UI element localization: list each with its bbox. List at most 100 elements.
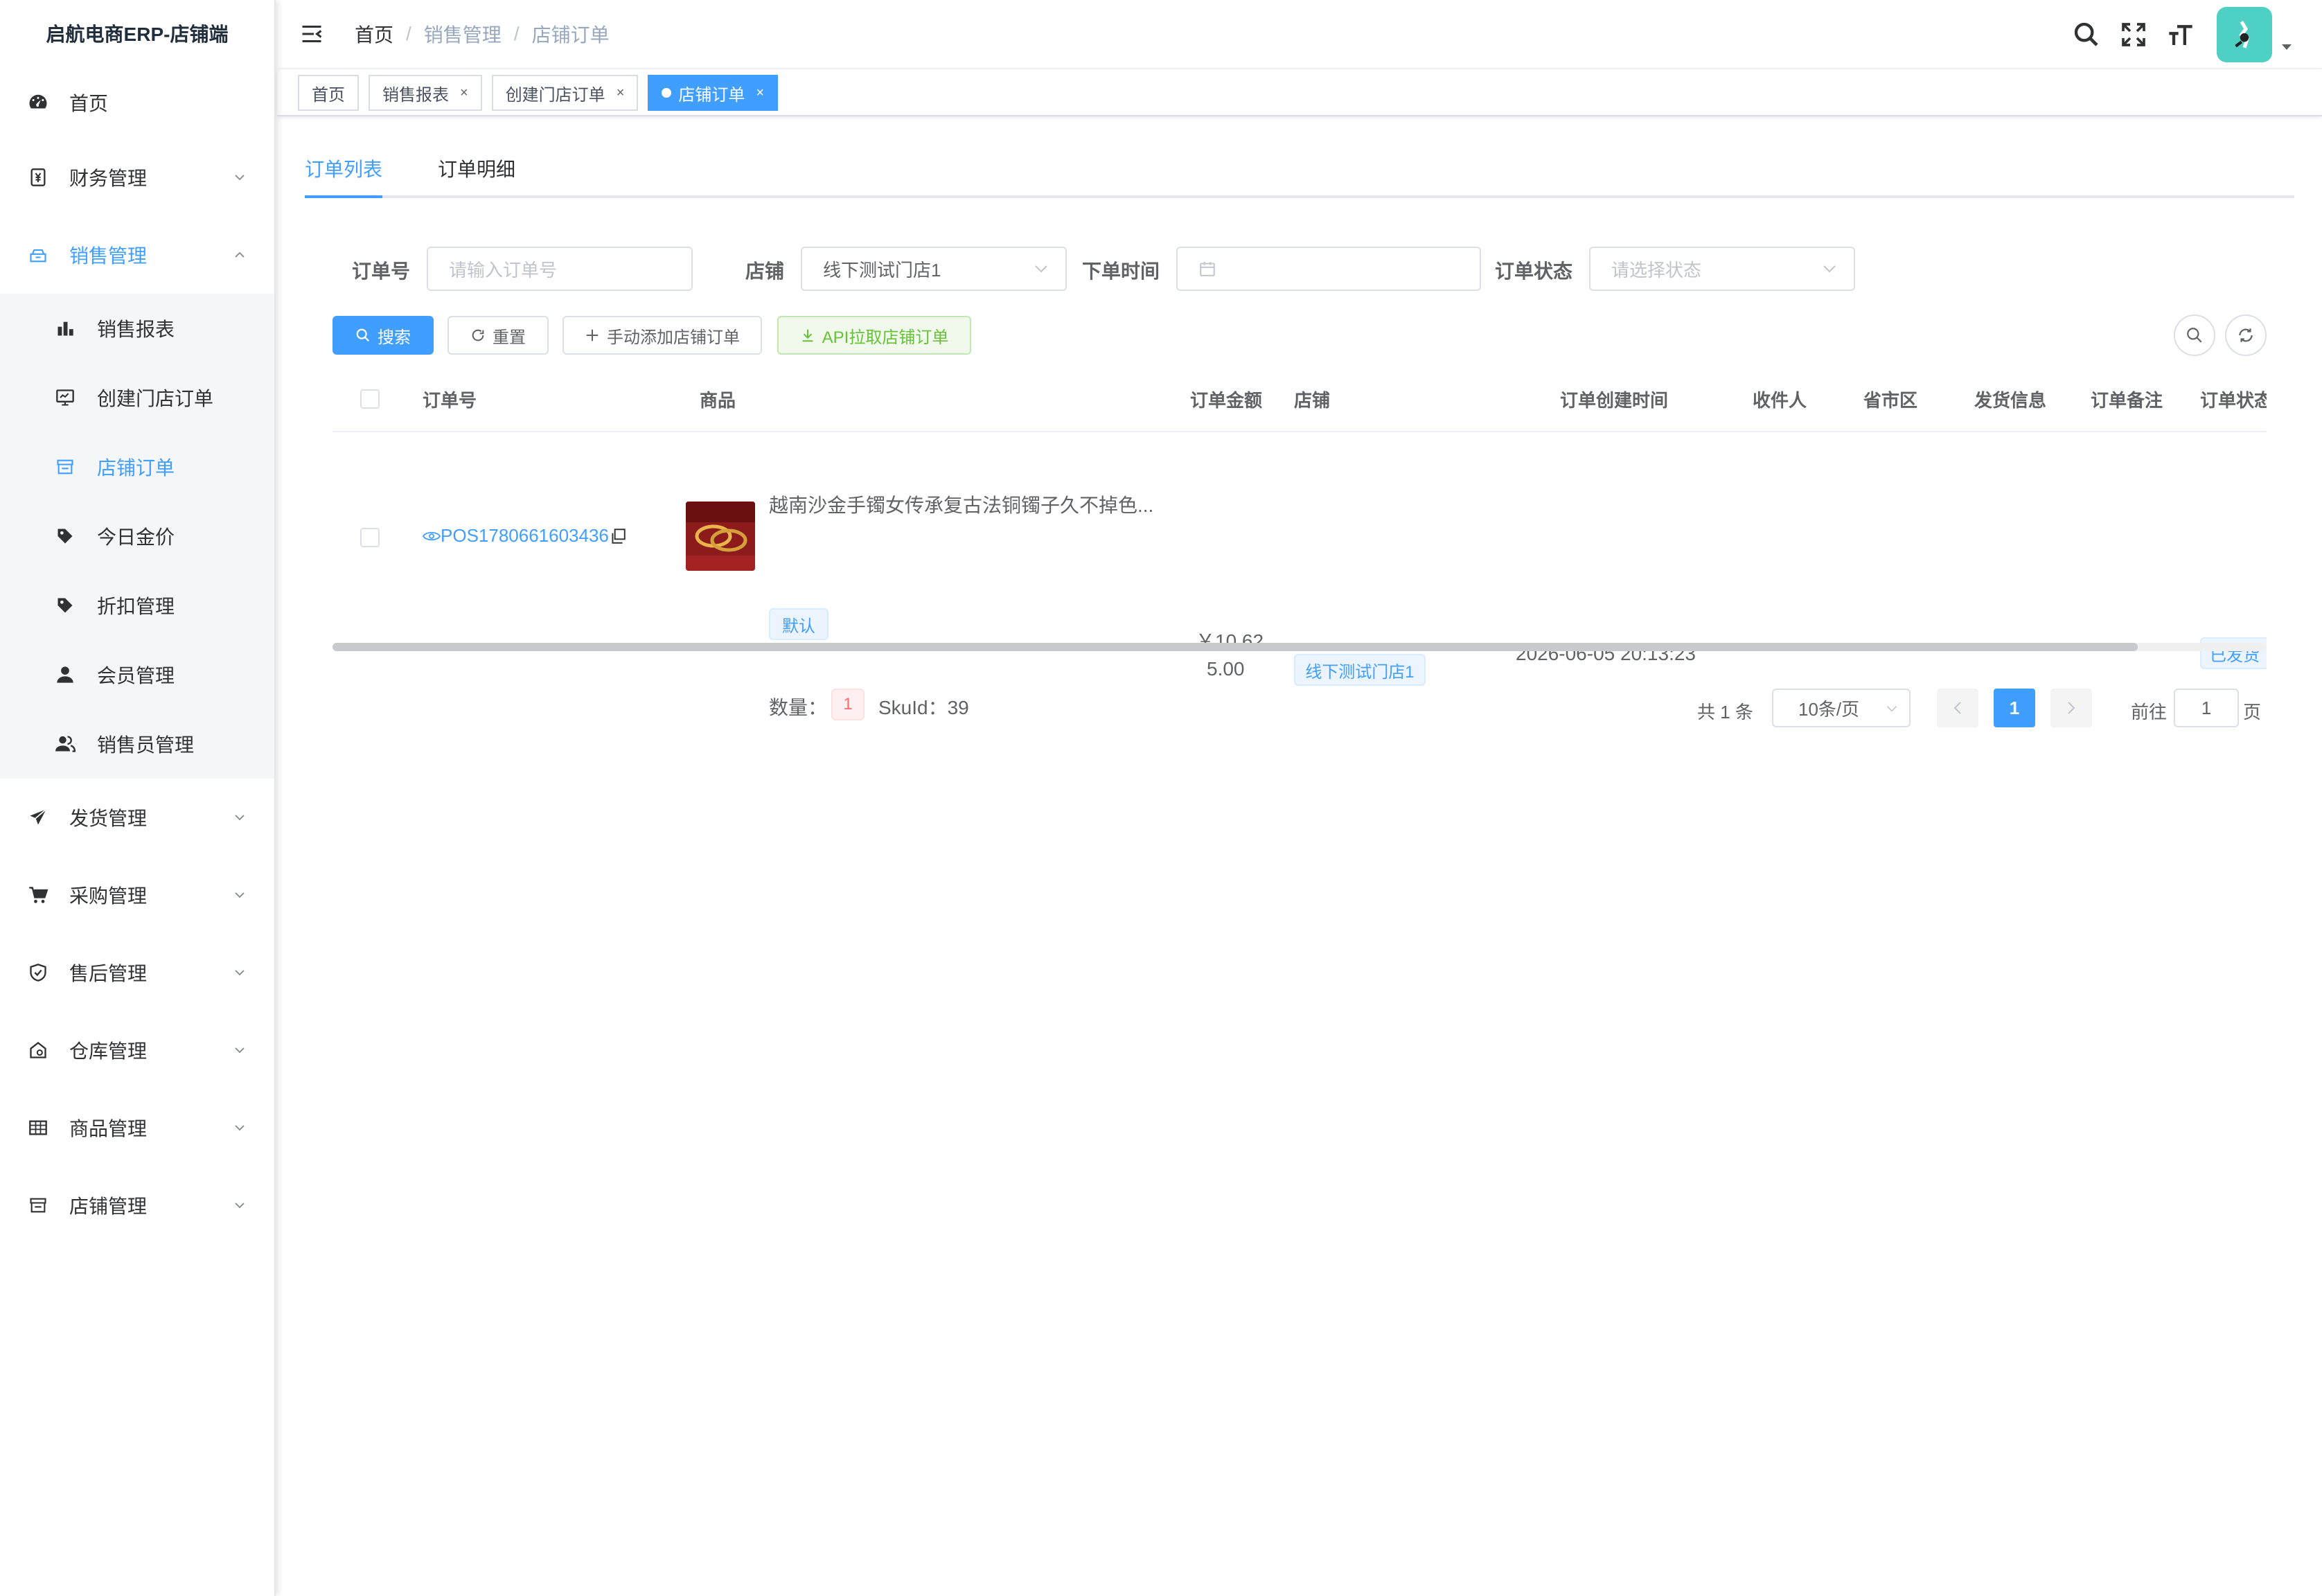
column-header-shipping-info: 发货信息 xyxy=(1974,390,2047,411)
close-icon[interactable]: × xyxy=(756,85,764,101)
reset-button[interactable]: 重置 xyxy=(447,316,549,355)
product-name: 越南沙金手镯女传承复古法铜镯子久不掉色... xyxy=(769,495,1154,516)
chevron-down-icon xyxy=(235,1047,245,1054)
warehouse-icon xyxy=(26,1038,50,1062)
refresh-table-button[interactable] xyxy=(2225,314,2267,356)
tag-create-store-order[interactable]: 创建门店订单 × xyxy=(491,75,639,111)
sidebar-item-purchase[interactable]: 采购管理 xyxy=(0,856,274,934)
sidebar-item-home[interactable]: 首页 xyxy=(0,66,274,139)
tab-order-list[interactable]: 订单列表 xyxy=(305,152,382,198)
sales-icon xyxy=(26,243,50,267)
prev-page-button[interactable] xyxy=(1937,689,1978,727)
column-header-created-at: 订单创建时间 xyxy=(1560,390,1669,411)
toggle-search-button[interactable] xyxy=(2174,314,2215,356)
sidebar-item-finance[interactable]: 财务管理 xyxy=(0,139,274,216)
tab-order-detail[interactable]: 订单明细 xyxy=(438,152,515,198)
quantity-label: 数量： xyxy=(769,697,828,718)
sidebar-item-members[interactable]: 会员管理 xyxy=(0,640,274,709)
caret-down-icon[interactable] xyxy=(2280,43,2293,51)
sidebar-item-discount[interactable]: 折扣管理 xyxy=(0,571,274,640)
product-image[interactable] xyxy=(686,502,755,571)
column-header-product: 商品 xyxy=(700,390,736,411)
sidebar-item-products[interactable]: 商品管理 xyxy=(0,1089,274,1167)
sidebar-item-label: 售后管理 xyxy=(69,963,148,984)
shop-select[interactable]: 线下测试门店1 xyxy=(801,247,1067,291)
status-select[interactable]: 请选择状态 xyxy=(1589,247,1855,291)
sidebar-item-salespeople[interactable]: 销售员管理 xyxy=(0,709,274,779)
breadcrumb-current: 店铺订单 xyxy=(531,24,610,46)
tags-view: 首页 销售报表 × 创建门店订单 × 店铺订单 × xyxy=(277,71,2322,116)
order-no-link[interactable]: POS1780661603436 xyxy=(423,525,627,547)
fullscreen-icon[interactable] xyxy=(2120,21,2147,48)
search-button[interactable]: 搜索 xyxy=(333,316,434,355)
sidebar-item-label: 发货管理 xyxy=(69,808,148,829)
tab-active-bar xyxy=(305,195,382,198)
goto-label: 前往 xyxy=(2131,702,2168,722)
row-checkbox[interactable] xyxy=(360,528,380,547)
column-header-order-no: 订单号 xyxy=(423,390,477,411)
download-icon xyxy=(802,329,813,342)
page-size-select[interactable]: 10条/页 xyxy=(1772,689,1911,727)
sidebar: 启航电商ERP-店铺端 首页 财务管理 销售管理 销售报表 创建门店订单 店铺订… xyxy=(0,0,276,1596)
tag-sales-report[interactable]: 销售报表 × xyxy=(369,75,482,111)
sidebar-item-sales-report[interactable]: 销售报表 xyxy=(0,294,274,363)
sidebar-item-warehouse[interactable]: 仓库管理 xyxy=(0,1011,274,1089)
product-bangle-image xyxy=(686,502,755,571)
column-header-status: 订单状态 xyxy=(2200,390,2267,411)
sidebar-item-gold-price[interactable]: 今日金价 xyxy=(0,502,274,571)
eye-icon xyxy=(423,531,441,540)
navbar: 首页 / 销售管理 / 店铺订单 xyxy=(277,0,2322,69)
shop-tag: 线下测试门店1 xyxy=(1294,654,1426,686)
copy-icon[interactable] xyxy=(609,527,627,545)
breadcrumb-sales: 销售管理 xyxy=(423,24,502,46)
chevron-down-icon xyxy=(235,1125,245,1131)
chevron-down-icon xyxy=(235,970,245,976)
sidebar-item-label: 折扣管理 xyxy=(97,596,175,617)
tag-shop-orders[interactable]: 店铺订单 × xyxy=(648,75,779,111)
chevron-right-icon xyxy=(2068,702,2075,714)
sidebar-item-sales[interactable]: 销售管理 xyxy=(0,216,274,294)
chevron-left-icon xyxy=(1953,702,1961,714)
breadcrumb: 首页 / 销售管理 / 店铺订单 xyxy=(355,20,610,48)
order-amount-line2: 5.00 xyxy=(1207,658,1245,680)
goto-page-input[interactable]: 1 xyxy=(2174,689,2239,727)
column-header-region: 省市区 xyxy=(1863,390,1918,411)
close-icon[interactable]: × xyxy=(460,85,468,101)
select-all-checkbox[interactable] xyxy=(360,389,380,409)
breadcrumb-home[interactable]: 首页 xyxy=(355,20,393,48)
users-icon xyxy=(54,733,76,755)
reset-button-label: 重置 xyxy=(493,328,526,347)
page-number-button[interactable]: 1 xyxy=(1994,689,2035,727)
active-dot xyxy=(662,88,672,98)
avatar[interactable] xyxy=(2217,7,2272,62)
sidebar-item-label: 店铺管理 xyxy=(69,1196,148,1217)
sidebar-item-shop-orders[interactable]: 店铺订单 xyxy=(0,432,274,502)
breadcrumb-separator: / xyxy=(406,23,411,44)
sidebar-item-create-store-order[interactable]: 创建门店订单 xyxy=(0,363,274,432)
close-icon[interactable]: × xyxy=(617,85,625,101)
shop-label: 店铺 xyxy=(745,260,785,282)
chevron-down-icon xyxy=(235,892,245,898)
order-time-picker[interactable] xyxy=(1176,247,1481,291)
monitor-icon xyxy=(54,387,76,409)
page-size-value: 10条/页 xyxy=(1798,698,1860,720)
sidebar-item-after-sales[interactable]: 售后管理 xyxy=(0,934,274,1011)
order-no-input[interactable]: 请输入订单号 xyxy=(427,247,693,291)
sidebar-item-shop-manage[interactable]: 店铺管理 xyxy=(0,1167,274,1244)
font-size-icon[interactable] xyxy=(2167,21,2195,48)
add-shop-order-button[interactable]: 手动添加店铺订单 xyxy=(562,316,762,355)
sidebar-item-label: 财务管理 xyxy=(69,168,148,189)
chevron-down-icon xyxy=(235,1203,245,1209)
user-icon xyxy=(54,664,76,686)
horizontal-scrollbar-thumb[interactable] xyxy=(333,643,2138,651)
sidebar-item-label: 创建门店订单 xyxy=(97,388,214,409)
tag-label: 店铺订单 xyxy=(678,85,745,105)
sidebar-item-shipping[interactable]: 发货管理 xyxy=(0,779,274,856)
tag-home[interactable]: 首页 xyxy=(298,75,359,111)
search-icon[interactable] xyxy=(2073,21,2100,48)
page-suffix: 页 xyxy=(2243,702,2262,722)
next-page-button[interactable] xyxy=(2050,689,2092,727)
api-pull-orders-button[interactable]: API拉取店铺订单 xyxy=(777,316,971,355)
menu-fold-icon[interactable] xyxy=(299,21,324,46)
cart-icon xyxy=(26,883,50,907)
